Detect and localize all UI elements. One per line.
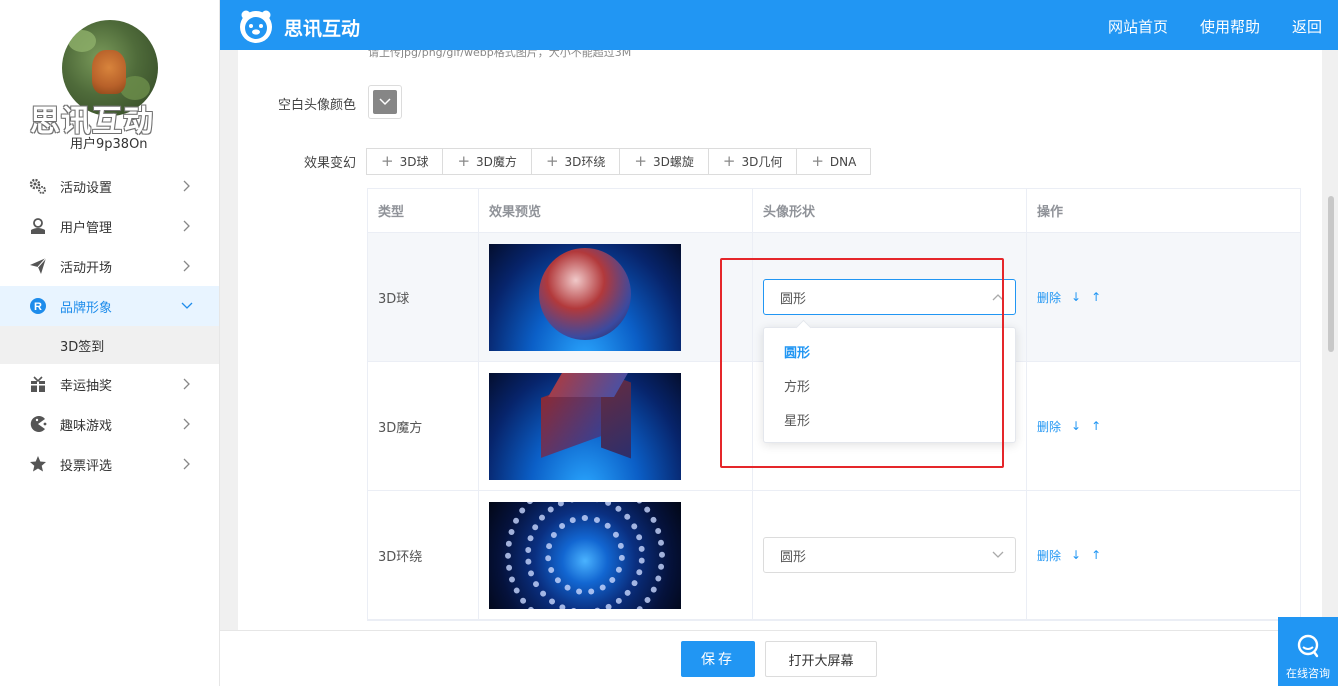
shape-dropdown: 圆形 方形 星形 — [763, 327, 1016, 443]
star-icon — [28, 454, 48, 474]
shape-option-circle[interactable]: 圆形 — [764, 334, 1015, 368]
surround-preview-image — [489, 501, 681, 609]
shape-select[interactable]: 圆形 — [763, 537, 1016, 573]
chevron-right-icon — [179, 218, 195, 234]
main-panel: 请上传jpg/png/gif/webp格式图片，大小不能超过3M 空白头像颜色 … — [238, 50, 1322, 630]
delete-button[interactable]: 删除 — [1037, 418, 1061, 435]
sidebar-item-label: 投票评选 — [60, 458, 113, 474]
shape-option-star[interactable]: 星形 — [764, 402, 1015, 436]
chevron-right-icon — [179, 178, 195, 194]
svg-text:R: R — [34, 301, 42, 313]
sidebar-subitem-3d-signin[interactable]: 3D签到 — [0, 326, 219, 364]
paper-plane-icon — [28, 256, 48, 276]
plus-icon: + — [381, 152, 394, 170]
plus-icon: + — [457, 152, 471, 170]
row-actions: 删除 ↓ ↑ — [1037, 418, 1101, 435]
shape-option-square[interactable]: 方形 — [764, 368, 1015, 402]
online-consult-button[interactable]: 在线咨询 — [1278, 617, 1338, 686]
save-button[interactable]: 保存 — [681, 641, 755, 677]
headset-icon — [1293, 631, 1323, 661]
nav-home-link[interactable]: 网站首页 — [1108, 16, 1168, 37]
move-down-button[interactable]: ↓ — [1071, 290, 1081, 304]
bear-logo-icon[interactable] — [238, 8, 274, 44]
chevron-down-icon — [991, 548, 1005, 562]
move-up-button[interactable]: ↑ — [1091, 548, 1101, 562]
chevron-up-icon — [991, 290, 1005, 304]
row-actions: 删除 ↓ ↑ — [1037, 289, 1101, 306]
registered-icon: R — [28, 296, 48, 316]
plus-icon: + — [811, 152, 824, 170]
table-row: 3D环绕 圆形 删除 ↓ ↑ — [368, 491, 1300, 620]
row-actions: 删除 ↓ ↑ — [1037, 547, 1101, 564]
open-big-screen-button[interactable]: 打开大屏幕 — [765, 641, 877, 677]
consult-label: 在线咨询 — [1286, 667, 1330, 680]
chevron-down-icon — [379, 98, 391, 106]
column-header-actions: 操作 — [1037, 205, 1064, 220]
row-type: 3D环绕 — [368, 491, 479, 619]
chevron-right-icon — [179, 258, 195, 274]
move-down-button[interactable]: ↓ — [1071, 548, 1081, 562]
sidebar-item-label: 幸运抽奖 — [60, 378, 113, 394]
gears-icon — [28, 176, 48, 196]
cube-preview-image — [489, 372, 681, 480]
username: 用户9p38On — [70, 137, 148, 152]
sidebar-item-fun-games[interactable]: 趣味游戏 — [0, 404, 219, 444]
sidebar-item-label: 用户管理 — [60, 220, 113, 236]
plus-icon: + — [722, 152, 736, 170]
footer-bar: 保存 打开大屏幕 — [220, 630, 1338, 686]
effect-label: 效果变幻 — [303, 156, 356, 171]
chevron-right-icon — [179, 376, 195, 392]
sidebar: 思讯互动 用户9p38On 活动设置 用户管理 活动开场 R 品牌形象 3D签到… — [0, 0, 220, 686]
sphere-preview-image — [489, 243, 681, 351]
column-header-shape: 头像形状 — [753, 189, 1027, 232]
delete-button[interactable]: 删除 — [1037, 547, 1061, 564]
column-header-preview: 效果预览 — [479, 189, 753, 232]
user-icon — [28, 216, 48, 236]
move-up-button[interactable]: ↑ — [1091, 419, 1101, 433]
sidebar-item-activity-settings[interactable]: 活动设置 — [0, 166, 219, 206]
nav-back-link[interactable]: 返回 — [1292, 16, 1322, 37]
sidebar-item-brand-image[interactable]: R 品牌形象 — [0, 286, 219, 326]
sidebar-item-voting[interactable]: 投票评选 — [0, 444, 219, 484]
blank-avatar-color-label: 空白头像颜色 — [277, 98, 356, 113]
sidebar-item-lucky-draw[interactable]: 幸运抽奖 — [0, 364, 219, 404]
shape-select[interactable]: 圆形 — [763, 279, 1016, 315]
add-dna-button[interactable]: + DNA — [796, 148, 872, 175]
blank-avatar-color-picker[interactable] — [368, 85, 402, 119]
color-swatch — [373, 90, 397, 114]
add-3d-sphere-button[interactable]: +3D球 — [366, 148, 444, 175]
chevron-right-icon — [179, 456, 195, 472]
sidebar-item-label: 趣味游戏 — [60, 418, 113, 434]
sidebar-item-label: 品牌形象 — [60, 300, 113, 316]
gift-icon — [28, 374, 48, 394]
sidebar-item-activity-opening[interactable]: 活动开场 — [0, 246, 219, 286]
nav-help-link[interactable]: 使用帮助 — [1200, 16, 1260, 37]
upload-hint: 请上传jpg/png/gif/webp格式图片，大小不能超过3M — [368, 50, 632, 59]
plus-icon: + — [545, 152, 559, 170]
move-up-button[interactable]: ↑ — [1091, 290, 1101, 304]
sidebar-item-label: 活动设置 — [60, 180, 113, 196]
sidebar-menu: 活动设置 用户管理 活动开场 R 品牌形象 3D签到 幸运抽奖 趣味游戏 投票评… — [0, 166, 219, 484]
top-nav: 网站首页 使用帮助 返回 — [1108, 16, 1322, 37]
move-down-button[interactable]: ↓ — [1071, 419, 1081, 433]
effect-button-group: +3D球 +3D魔方 +3D环绕 +3D螺旋 +3D几何 + DNA — [366, 148, 872, 175]
add-3d-spiral-button[interactable]: +3D螺旋 — [619, 148, 709, 175]
top-header: 思讯互动 网站首页 使用帮助 返回 — [220, 0, 1338, 50]
sidebar-item-user-management[interactable]: 用户管理 — [0, 206, 219, 246]
add-3d-cube-button[interactable]: +3D魔方 — [442, 148, 532, 175]
row-type: 3D球 — [368, 233, 479, 361]
row-type: 3D魔方 — [368, 362, 479, 490]
table-header: 类型 效果预览 头像形状 操作 — [368, 189, 1300, 233]
delete-button[interactable]: 删除 — [1037, 289, 1061, 306]
column-header-type: 类型 — [368, 189, 479, 232]
add-3d-surround-button[interactable]: +3D环绕 — [530, 148, 621, 175]
chevron-right-icon — [179, 416, 195, 432]
pacman-icon — [28, 414, 48, 434]
chevron-down-icon — [179, 298, 195, 314]
add-3d-geometry-button[interactable]: +3D几何 — [707, 148, 798, 175]
scrollbar-thumb[interactable] — [1328, 196, 1334, 352]
logo-text[interactable]: 思讯互动 — [284, 14, 360, 41]
sidebar-item-label: 活动开场 — [60, 260, 113, 276]
plus-icon: + — [634, 152, 647, 170]
